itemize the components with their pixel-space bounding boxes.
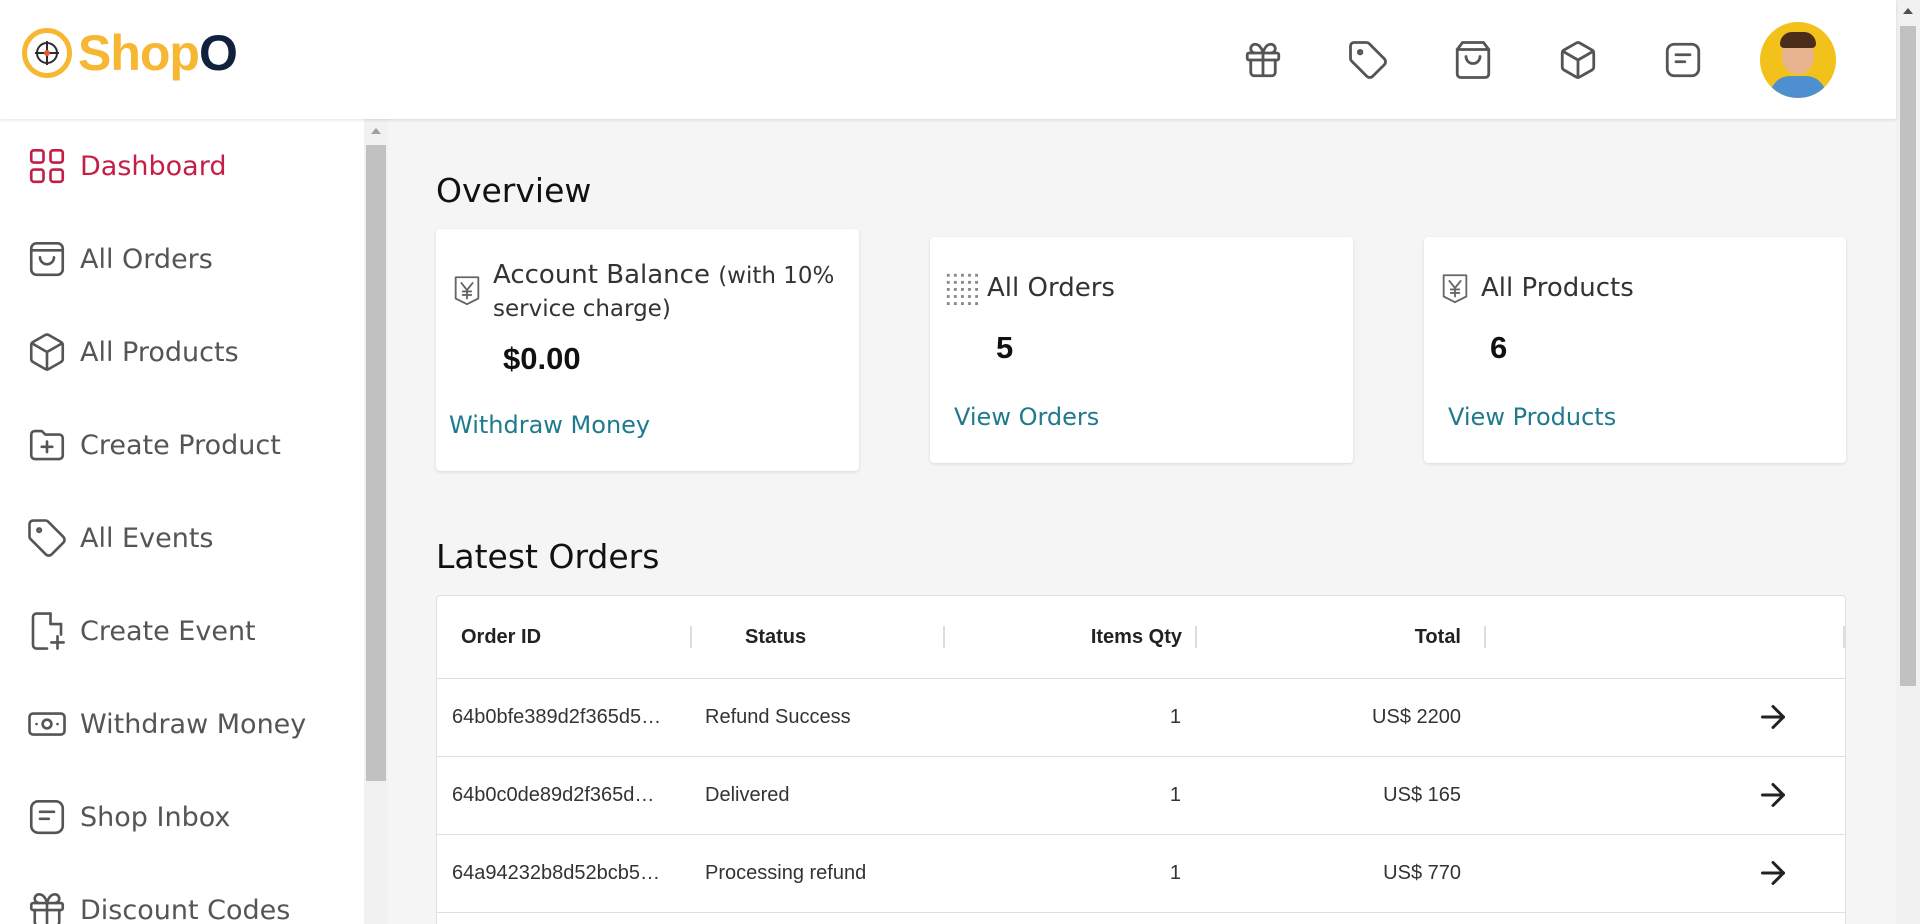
- message-icon: [29, 799, 65, 835]
- total-cell: US$ 165: [1383, 784, 1461, 806]
- header-icons: [1183, 22, 1836, 98]
- orders-title: All Orders: [987, 273, 1115, 303]
- package-icon[interactable]: [1553, 35, 1603, 85]
- latest-orders-title: Latest Orders: [436, 537, 660, 576]
- column-header-items-qty[interactable]: Items Qty: [1037, 626, 1182, 649]
- total-cell: US$ 2200: [1372, 706, 1461, 728]
- tag-icon: [28, 519, 66, 557]
- sidebar-item-label: All Events: [80, 522, 214, 554]
- sidebar-item-label: Create Event: [80, 615, 256, 647]
- balance-value: $0.00: [503, 341, 581, 376]
- sidebar-item-label: All Orders: [80, 243, 213, 275]
- sidebar-item-all-products[interactable]: All Products: [26, 327, 239, 377]
- sidebar-item-create-product[interactable]: Create Product: [26, 420, 281, 470]
- sidebar-item-shop-inbox[interactable]: Shop Inbox: [26, 792, 230, 842]
- yen-icon: [454, 276, 480, 306]
- order-id-cell: 64a94232b8d52bcb5…: [452, 862, 660, 884]
- file-plus-icon: [31, 612, 65, 650]
- all-orders-card: All Orders 5 View Orders: [930, 237, 1353, 463]
- folder-plus-icon: [29, 429, 65, 461]
- sidebar-item-all-orders[interactable]: All Orders: [26, 234, 213, 284]
- grid-dots-icon: [946, 273, 978, 305]
- scroll-up-arrow-icon[interactable]: [371, 128, 381, 134]
- package-icon: [29, 333, 65, 371]
- total-cell: US$ 770: [1383, 862, 1461, 884]
- account-balance-card: Account Balance (with 10% service charge)…: [436, 229, 859, 471]
- scroll-up-arrow-icon[interactable]: [1903, 8, 1913, 14]
- sidebar-item-label: Withdraw Money: [80, 708, 307, 740]
- all-products-card: All Products 6 View Products: [1424, 237, 1846, 463]
- shopping-bag-icon: [29, 241, 65, 277]
- sidebar-item-label: Discount Codes: [80, 894, 291, 924]
- tag-icon[interactable]: [1343, 35, 1393, 85]
- orders-value: 5: [996, 330, 1014, 365]
- sidebar-item-all-events[interactable]: All Events: [26, 513, 213, 563]
- top-header: ShopO: [0, 0, 1896, 119]
- scrollbar-thumb[interactable]: [1900, 26, 1916, 686]
- qty-cell: 1: [1169, 706, 1181, 728]
- status-cell: Refund Success: [705, 706, 851, 728]
- yen-icon: [1442, 274, 1468, 304]
- column-header-total[interactable]: Total: [1337, 626, 1461, 649]
- qty-cell: 1: [1169, 862, 1181, 884]
- table-header: Order ID Status Items Qty Total: [437, 596, 1845, 679]
- table-row[interactable]: 64b0c0de89d2f365d… Delivered 1 US$ 165: [437, 757, 1845, 835]
- balance-title: Account Balance (with 10% service charge): [493, 260, 835, 322]
- order-id-cell: 64b0bfe389d2f365d5…: [452, 706, 662, 728]
- gift-icon[interactable]: [1238, 35, 1288, 85]
- sidebar: Dashboard All Orders All Products Create…: [0, 119, 364, 924]
- qty-cell: 1: [1169, 784, 1181, 806]
- overview-title: Overview: [436, 171, 592, 210]
- status-cell: Processing refund: [705, 862, 867, 884]
- column-separator[interactable]: [690, 626, 692, 648]
- message-icon[interactable]: [1658, 35, 1708, 85]
- arrow-right-icon[interactable]: [1755, 777, 1791, 813]
- sidebar-item-label: Shop Inbox: [80, 801, 231, 833]
- scrollbar-thumb[interactable]: [366, 145, 386, 781]
- sidebar-item-discount-codes[interactable]: Discount Codes: [26, 885, 290, 924]
- gift-icon: [29, 892, 65, 924]
- sidebar-item-dashboard[interactable]: Dashboard: [26, 141, 226, 191]
- sidebar-scrollbar[interactable]: [364, 119, 388, 924]
- products-title: All Products: [1481, 273, 1634, 303]
- cash-icon: [28, 712, 66, 736]
- logo-mark-icon: [22, 28, 72, 78]
- view-orders-link[interactable]: View Orders: [954, 403, 1099, 431]
- shopping-bag-icon[interactable]: [1448, 35, 1498, 85]
- column-separator[interactable]: [1843, 626, 1845, 648]
- products-value: 6: [1490, 330, 1508, 365]
- column-separator[interactable]: [943, 626, 945, 648]
- sidebar-item-label: All Products: [80, 336, 239, 368]
- avatar[interactable]: [1760, 22, 1836, 98]
- column-separator[interactable]: [1484, 626, 1486, 648]
- arrow-right-icon[interactable]: [1755, 855, 1791, 891]
- table-row[interactable]: 64b0bfe389d2f365d5… Refund Success 1 US$…: [437, 679, 1845, 757]
- column-header-status[interactable]: Status: [745, 626, 806, 649]
- table-row[interactable]: 64a94232b8d52bcb5… Processing refund 1 U…: [437, 835, 1845, 913]
- sidebar-item-withdraw-money[interactable]: Withdraw Money: [26, 699, 306, 749]
- column-header-order-id[interactable]: Order ID: [461, 626, 541, 649]
- view-products-link[interactable]: View Products: [1448, 403, 1616, 431]
- sidebar-item-create-event[interactable]: Create Event: [26, 606, 256, 656]
- status-cell: Delivered: [705, 784, 790, 806]
- dashboard-grid-icon: [29, 148, 65, 184]
- sidebar-item-label: Create Product: [80, 429, 281, 461]
- column-separator[interactable]: [1195, 626, 1197, 648]
- latest-orders-table: Order ID Status Items Qty Total 64b0bfe3…: [436, 595, 1846, 924]
- page-scrollbar[interactable]: [1896, 0, 1920, 924]
- shop-logo[interactable]: ShopO: [22, 25, 238, 81]
- withdraw-money-link[interactable]: Withdraw Money: [449, 411, 650, 439]
- sidebar-item-label: Dashboard: [80, 150, 227, 182]
- logo-text: ShopO: [78, 25, 238, 81]
- order-id-cell: 64b0c0de89d2f365d…: [452, 784, 655, 806]
- arrow-right-icon[interactable]: [1755, 699, 1791, 735]
